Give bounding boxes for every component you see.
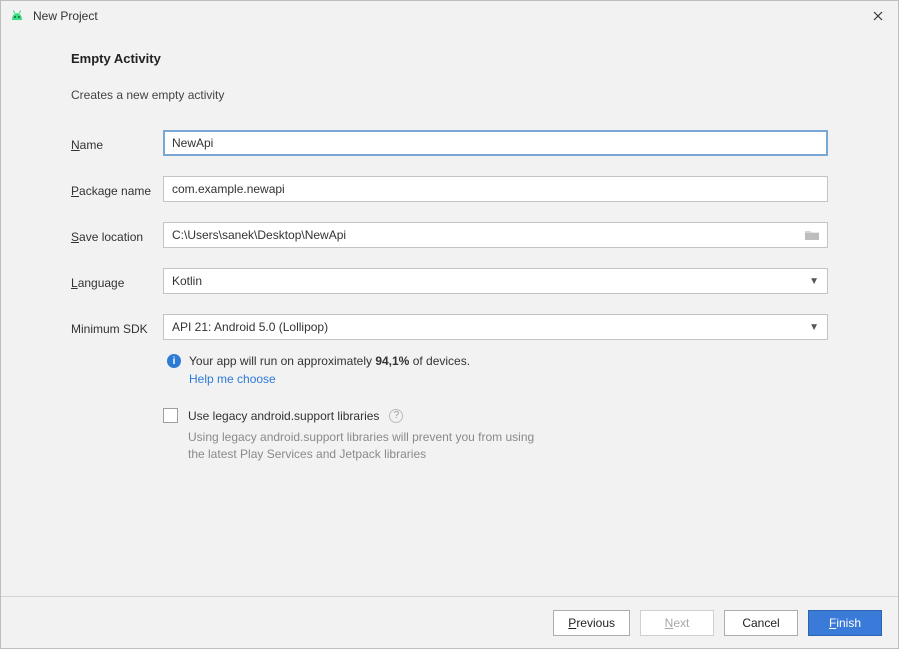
page-heading: Empty Activity xyxy=(71,51,828,66)
row-language: Language Kotlin ▼ xyxy=(71,268,828,294)
language-value: Kotlin xyxy=(172,274,202,288)
finish-button[interactable]: Finish xyxy=(808,610,882,636)
label-min-sdk: Minimum SDK xyxy=(71,318,163,336)
cancel-button[interactable]: Cancel xyxy=(724,610,798,636)
sdk-info: i Your app will run on approximately 94,… xyxy=(163,354,828,386)
legacy-checkbox[interactable] xyxy=(163,408,178,423)
android-icon xyxy=(9,8,25,24)
close-icon[interactable] xyxy=(866,4,890,28)
min-sdk-select[interactable]: API 21: Android 5.0 (Lollipop) ▼ xyxy=(163,314,828,340)
page-description: Creates a new empty activity xyxy=(71,88,828,102)
row-min-sdk: Minimum SDK API 21: Android 5.0 (Lollipo… xyxy=(71,314,828,340)
titlebar: New Project xyxy=(1,1,898,31)
chevron-down-icon: ▼ xyxy=(809,276,819,287)
legacy-check-label: Use legacy android.support libraries xyxy=(188,409,379,423)
help-icon[interactable]: ? xyxy=(389,409,403,423)
sdk-info-text: Your app will run on approximately 94,1%… xyxy=(189,354,470,368)
label-name: Name xyxy=(71,134,163,152)
language-select[interactable]: Kotlin ▼ xyxy=(163,268,828,294)
window-title: New Project xyxy=(33,9,98,23)
info-icon: i xyxy=(167,354,181,368)
legacy-note: Using legacy android.support libraries w… xyxy=(188,429,828,464)
dialog-content: Empty Activity Creates a new empty activ… xyxy=(1,31,898,596)
label-save-location: Save location xyxy=(71,226,163,244)
label-language: Language xyxy=(71,272,163,290)
chevron-down-icon: ▼ xyxy=(809,322,819,333)
legacy-block: Use legacy android.support libraries ? U… xyxy=(163,408,828,464)
row-name: Name xyxy=(71,130,828,156)
name-input[interactable] xyxy=(163,130,828,156)
row-save-location: Save location xyxy=(71,222,828,248)
package-input[interactable] xyxy=(163,176,828,202)
min-sdk-value: API 21: Android 5.0 (Lollipop) xyxy=(172,320,328,334)
previous-button[interactable]: Previous xyxy=(553,610,630,636)
label-package: Package name xyxy=(71,180,163,198)
row-package: Package name xyxy=(71,176,828,202)
dialog-footer: Previous Next Cancel Finish xyxy=(1,596,898,648)
save-location-input[interactable] xyxy=(163,222,828,248)
help-me-choose-link[interactable]: Help me choose xyxy=(189,372,828,386)
next-button: Next xyxy=(640,610,714,636)
